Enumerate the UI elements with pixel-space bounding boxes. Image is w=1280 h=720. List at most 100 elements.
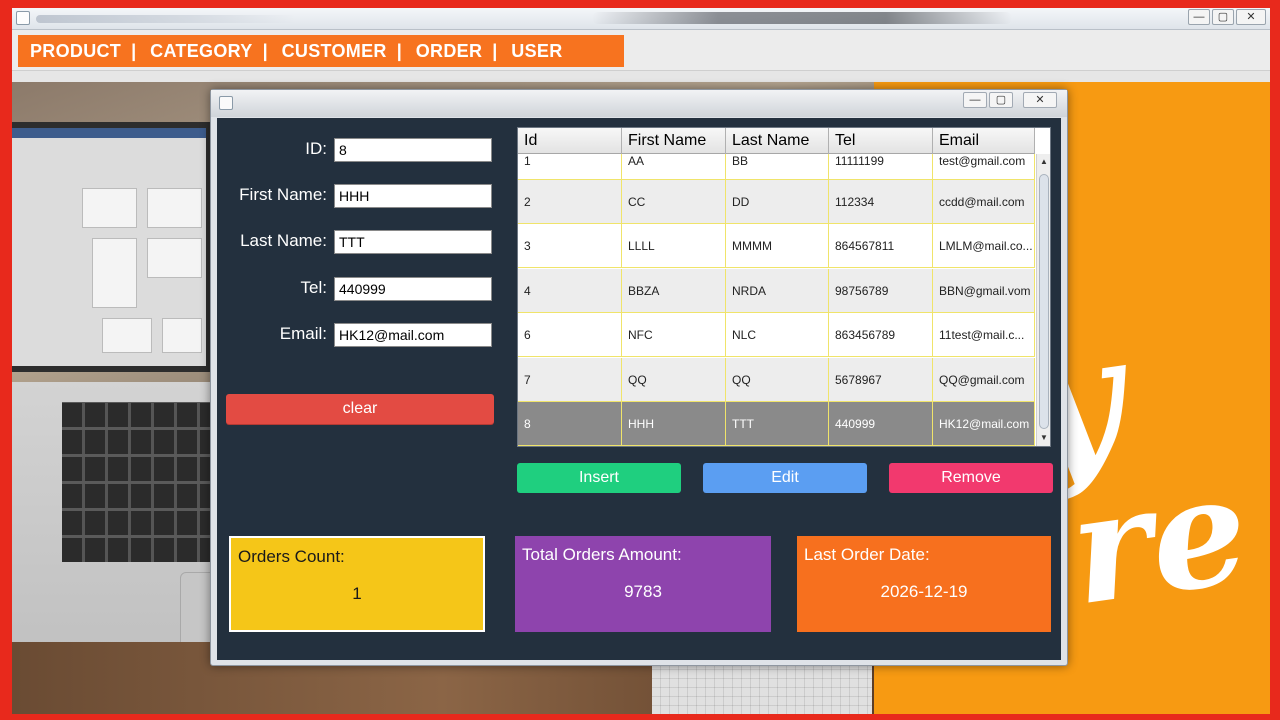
table-cell: 1	[518, 154, 622, 180]
table-cell: CC	[622, 180, 726, 224]
table-cell: BBN@gmail.vom	[933, 268, 1035, 313]
menu-product[interactable]: PRODUCT	[30, 41, 121, 62]
email-field[interactable]	[334, 323, 492, 347]
table-cell: MMMM	[726, 224, 829, 269]
table-cell: NLC	[726, 313, 829, 358]
table-cell: NFC	[622, 313, 726, 358]
first-name-label: First Name:	[239, 185, 327, 204]
scroll-down-arrow-icon[interactable]: ▼	[1038, 432, 1050, 444]
menu-order[interactable]: ORDER	[416, 41, 483, 62]
table-cell: 8	[518, 402, 622, 446]
table-cell: BBZA	[622, 268, 726, 313]
clear-button[interactable]: clear	[226, 394, 494, 424]
top-menu-bar: PRODUCT | CATEGORY | CUSTOMER | ORDER | …	[18, 35, 624, 67]
table-cell: 98756789	[829, 268, 933, 313]
total-orders-amount-value: 9783	[624, 582, 662, 601]
table-cell: HHH	[622, 402, 726, 446]
table-cell: HK12@mail.com	[933, 402, 1035, 446]
column-header-last-name[interactable]: Last Name	[726, 128, 829, 154]
table-cell: 2	[518, 180, 622, 224]
orders-count-value: 1	[352, 584, 362, 603]
customers-table: Id First Name Last Name Tel Email 1 AA BB 1…	[517, 127, 1051, 447]
menu-user[interactable]: USER	[511, 41, 562, 62]
customer-dialog: — ▢ ✕ ID: First Name: Last Name: Tel: Em…	[210, 89, 1068, 666]
table-row[interactable]: 3 LLLL MMMM 864567811 LMLM@mail.co...	[518, 224, 1035, 269]
last-order-date-value: 2026-12-19	[880, 582, 968, 601]
remove-button[interactable]: Remove	[889, 463, 1053, 493]
menu-separator: |	[492, 40, 498, 61]
total-orders-amount-card: Total Orders Amount: 9783	[515, 536, 771, 632]
column-header-id[interactable]: Id	[518, 128, 622, 154]
dialog-maximize-button[interactable]: ▢	[989, 92, 1013, 108]
last-order-date-card: Last Order Date: 2026-12-19	[797, 536, 1051, 632]
table-cell: ccdd@mail.com	[933, 180, 1035, 224]
table-cell: 11111199	[829, 154, 933, 180]
java-app-icon	[219, 96, 233, 110]
menu-customer[interactable]: CUSTOMER	[282, 41, 387, 62]
dialog-body: ID: First Name: Last Name: Tel: Email: c…	[217, 118, 1061, 660]
table-cell: AA	[622, 154, 726, 180]
scroll-up-arrow-icon[interactable]: ▲	[1038, 156, 1050, 168]
table-cell: 6	[518, 313, 622, 358]
table-cell: 112334	[829, 180, 933, 224]
menu-separator: |	[131, 40, 137, 61]
table-cell: 863456789	[829, 313, 933, 358]
table-cell: 864567811	[829, 224, 933, 269]
tel-label: Tel:	[300, 278, 327, 297]
table-cell: DD	[726, 180, 829, 224]
table-scrollbar[interactable]: ▲ ▼	[1036, 154, 1050, 446]
maximize-button[interactable]: ▢	[1212, 9, 1234, 25]
column-header-first-name[interactable]: First Name	[622, 128, 726, 154]
decorative-script-lettering: re	[1060, 440, 1258, 640]
edit-button[interactable]: Edit	[703, 463, 867, 493]
last-name-field[interactable]	[334, 230, 492, 254]
table-cell: 7	[518, 357, 622, 402]
table-cell: QQ	[726, 357, 829, 402]
menu-separator: |	[396, 40, 402, 61]
menu-category[interactable]: CATEGORY	[150, 41, 252, 62]
blurred-window-title	[36, 15, 296, 23]
table-row[interactable]: 1 AA BB 11111199 test@gmail.com	[518, 154, 1035, 180]
menu-separator: |	[262, 40, 268, 61]
dialog-minimize-button[interactable]: —	[963, 92, 987, 108]
id-field[interactable]	[334, 138, 492, 162]
minimize-button[interactable]: —	[1188, 9, 1210, 25]
table-cell: TTT	[726, 402, 829, 446]
table-header: Id First Name Last Name Tel Email	[518, 128, 1035, 154]
total-orders-amount-title: Total Orders Amount:	[522, 545, 682, 564]
insert-button[interactable]: Insert	[517, 463, 681, 493]
table-row[interactable]: 4 BBZA NRDA 98756789 BBN@gmail.vom	[518, 268, 1035, 313]
dialog-close-button[interactable]: ✕	[1023, 92, 1057, 108]
column-header-email[interactable]: Email	[933, 128, 1035, 154]
table-cell: 11test@mail.c...	[933, 313, 1035, 358]
java-app-icon	[16, 11, 30, 25]
table-row[interactable]: 2 CC DD 112334 ccdd@mail.com	[518, 180, 1035, 224]
table-cell: QQ@gmail.com	[933, 357, 1035, 402]
table-cell: BB	[726, 154, 829, 180]
table-cell: LLLL	[622, 224, 726, 269]
table-row[interactable]: 6 NFC NLC 863456789 11test@mail.c...	[518, 313, 1035, 358]
table-row[interactable]: 7 QQ QQ 5678967 QQ@gmail.com	[518, 357, 1035, 402]
table-cell: QQ	[622, 357, 726, 402]
last-name-label: Last Name:	[240, 231, 327, 250]
close-button[interactable]: ✕	[1236, 9, 1266, 25]
main-titlebar: — ▢ ✕	[12, 8, 1270, 30]
table-cell: 440999	[829, 402, 933, 446]
menu-bottom-strip	[12, 70, 1270, 82]
first-name-field[interactable]	[334, 184, 492, 208]
orders-count-card: Orders Count: 1	[229, 536, 485, 632]
table-row[interactable]: 8 HHH TTT 440999 HK12@mail.com	[518, 402, 1035, 446]
table-cell: NRDA	[726, 268, 829, 313]
scroll-thumb[interactable]	[1039, 174, 1049, 429]
dialog-titlebar: — ▢ ✕	[211, 90, 1067, 117]
table-cell: LMLM@mail.co...	[933, 224, 1035, 269]
laptop-screen-image	[12, 122, 212, 372]
column-header-tel[interactable]: Tel	[829, 128, 933, 154]
table-cell: test@gmail.com	[933, 154, 1035, 180]
orders-count-title: Orders Count:	[238, 547, 345, 566]
email-label: Email:	[279, 324, 327, 343]
last-order-date-title: Last Order Date:	[804, 545, 930, 564]
tel-field[interactable]	[334, 277, 492, 301]
blurred-title-strip	[592, 12, 1012, 24]
id-label: ID:	[305, 139, 327, 158]
